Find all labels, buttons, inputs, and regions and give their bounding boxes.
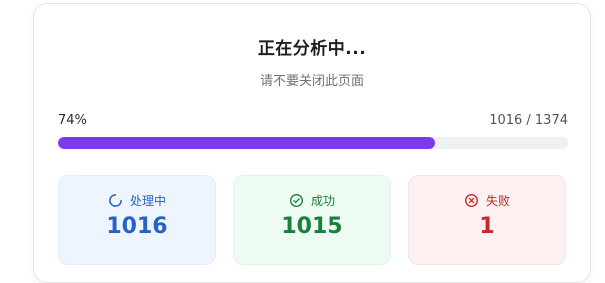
stat-failed-label: 失败 (485, 194, 510, 208)
check-circle-icon (290, 194, 303, 207)
dialog-title: 正在分析中... (257, 39, 367, 59)
x-circle-icon (465, 194, 478, 207)
stat-failed-header: 失败 (409, 192, 565, 209)
progress-bar (58, 137, 568, 149)
progress-count: 1016 / 1374 (489, 113, 568, 128)
progress-bar-fill (58, 137, 436, 149)
progress-percent: 74% (58, 113, 87, 128)
stat-processing-value: 1016 (106, 214, 168, 239)
stat-processing-header: 处理中 (59, 192, 215, 209)
dialog-subtitle: 请不要关闭此页面 (259, 74, 364, 89)
stat-processing-card: 处理中 1016 (58, 175, 216, 265)
stat-success-label: 成功 (310, 194, 335, 208)
stat-success-value: 1015 (281, 214, 343, 239)
stat-success-card: 成功 1015 (233, 175, 391, 265)
stat-processing-label: 处理中 (129, 194, 166, 208)
spinner-icon (109, 194, 122, 207)
progress-dialog: 正在分析中... 请不要关闭此页面 74% 1016 / 1374 处理中 10… (33, 3, 591, 283)
stat-failed-card: 失败 1 (408, 175, 566, 265)
stat-failed-value: 1 (479, 214, 495, 239)
stat-success-header: 成功 (234, 192, 390, 209)
